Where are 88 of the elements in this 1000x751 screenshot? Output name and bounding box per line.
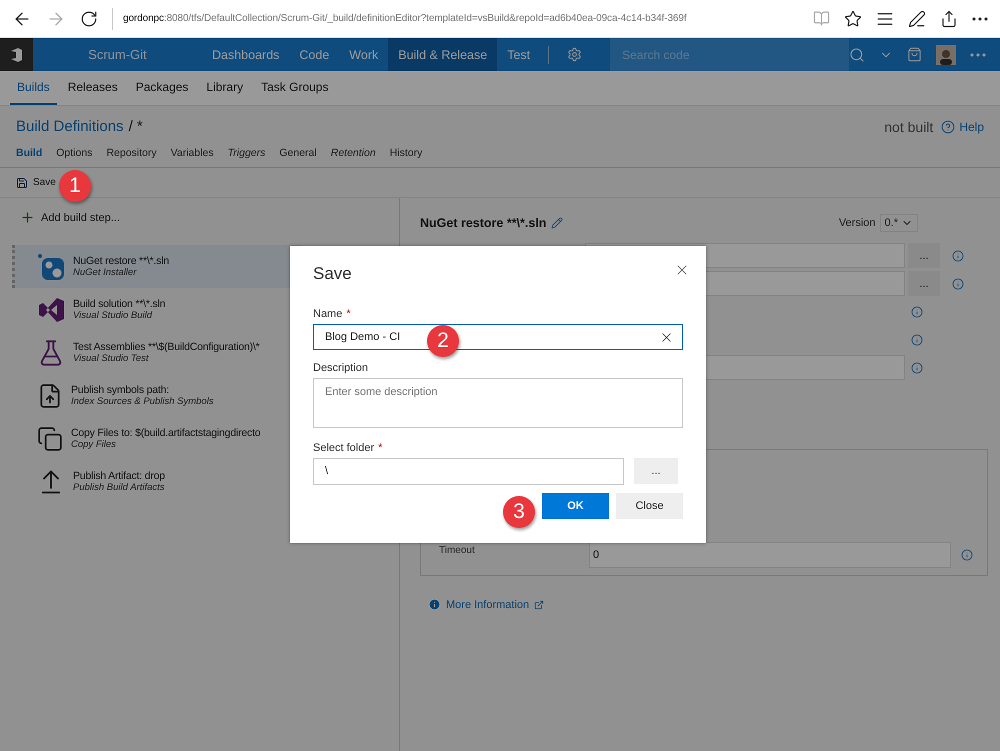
hub-tab[interactable]: Library (199, 71, 250, 105)
editor-tab[interactable]: Triggers (228, 147, 266, 159)
settings-icon (567, 47, 582, 62)
version-dropdown[interactable]: 0.* (880, 214, 918, 232)
build-step[interactable]: Copy Files to: $(build.artifactstagingdirecto Copy Files (12, 417, 302, 460)
copy-icon (37, 426, 63, 452)
timeout-label: Timeout (439, 545, 476, 556)
build-status: not built (884, 118, 934, 134)
logo-icon[interactable] (0, 38, 33, 71)
info-icon (428, 598, 441, 611)
bag-icon (907, 47, 922, 62)
reading-view-icon (813, 10, 830, 27)
visual-studio-icon (37, 296, 65, 324)
step-title: Copy Files to: $(build.artifactstagingdirecto (71, 427, 260, 439)
folder-field[interactable]: \ (313, 458, 624, 485)
search-icon (849, 46, 865, 62)
step-title: Test Assemblies **\$(BuildConfiguration)\* (73, 341, 260, 353)
step-title: Build solution **\*.sln (73, 298, 166, 310)
nav-tab[interactable]: Work (339, 38, 388, 71)
step-type: Copy Files (71, 439, 117, 450)
nav-tab[interactable]: Build & Release (388, 38, 498, 71)
project-name[interactable]: Scrum-Git (32, 47, 202, 62)
editor-tab[interactable]: Retention (330, 147, 376, 159)
more-information-link[interactable]: More Information (428, 598, 988, 611)
nuget-icon (37, 252, 65, 280)
info-icon (952, 278, 964, 290)
info-icon (961, 549, 973, 561)
browse-button[interactable]: ... (908, 271, 940, 296)
hub-tab[interactable]: Releases (60, 71, 125, 105)
editor-tab[interactable]: Variables (170, 147, 214, 159)
required-mark: * (346, 308, 351, 320)
share-icon (940, 10, 958, 28)
folder-label: Select folder (313, 442, 374, 454)
step-type: Publish Build Artifacts (73, 482, 165, 493)
help-link[interactable]: Help (959, 120, 984, 134)
info-icon (952, 250, 964, 262)
breadcrumb-link[interactable]: Build Definitions (16, 118, 124, 135)
info-icon (911, 362, 923, 374)
hub-tab[interactable]: Task Groups (254, 71, 336, 105)
pencil-icon (551, 217, 564, 229)
step-type: Visual Studio Build (73, 310, 154, 321)
close-button[interactable]: Close (616, 493, 683, 519)
description-field[interactable]: Enter some description (313, 378, 683, 428)
help-icon (941, 120, 956, 134)
info-icon (911, 334, 923, 346)
step-type: NuGet Installer (73, 267, 138, 278)
editor-tab[interactable]: General (279, 147, 317, 159)
nav-tab[interactable]: Test (497, 38, 540, 71)
nav-tab[interactable]: Code (289, 38, 340, 71)
dialog-title: Save (313, 264, 353, 284)
timeout-field[interactable]: 0 (589, 542, 951, 568)
step-heading: NuGet restore **\*.sln (420, 216, 546, 230)
build-step[interactable]: Publish Artifact: drop Publish Build Artifacts (12, 460, 302, 503)
description-label: Description (313, 362, 368, 374)
build-step[interactable]: Test Assemblies **\$(BuildConfiguration)\* Visual Studio Test (12, 331, 302, 374)
step-title: Publish Artifact: drop (73, 470, 165, 482)
step-type: Visual Studio Test (73, 353, 150, 364)
browse-button[interactable]: ... (908, 243, 940, 268)
editor-tab[interactable]: Repository (106, 147, 157, 159)
build-step[interactable]: NuGet restore **\*.sln NuGet Installer (12, 245, 302, 288)
save-icon (16, 176, 28, 188)
step-title: NuGet restore **\*.sln (73, 255, 169, 267)
ok-button[interactable]: OK (542, 493, 609, 519)
add-build-step-button[interactable]: Add build step... (12, 210, 399, 225)
build-step[interactable]: Build solution **\*.sln Visual Studio Build (12, 288, 302, 331)
editor-tab[interactable]: Build (16, 147, 42, 159)
editor-tab[interactable]: Options (56, 147, 92, 159)
save-button[interactable]: Save (16, 176, 56, 188)
pen-icon (908, 10, 926, 28)
editor-tab[interactable]: History (390, 147, 422, 159)
more-icon[interactable] (972, 16, 988, 20)
info-icon (911, 306, 923, 318)
external-link-icon (534, 600, 544, 610)
step-type: Index Sources & Publish Symbols (71, 396, 214, 407)
breadcrumb-text: / * (128, 118, 143, 135)
nav-tab[interactable]: Dashboards (202, 38, 290, 71)
step-title: Publish symbols path: (71, 384, 170, 396)
hub-tab[interactable]: Packages (128, 71, 196, 105)
refresh-icon (80, 10, 98, 28)
browse-button[interactable]: ... (634, 458, 678, 484)
plus-icon (20, 210, 35, 225)
favorite-icon (844, 10, 862, 28)
address-bar[interactable]: gordonpc:8080/tfs/DefaultCollection/Scrum-Git/_build/definitionEditor?templateId=vsBuild&repoId=ad6b40ea-09ca-4c14-b34f-369f (112, 8, 799, 30)
name-label: Name (313, 308, 342, 320)
avatar[interactable] (936, 44, 956, 64)
version-label: Version (838, 217, 876, 229)
build-step[interactable]: Publish symbols path: Index Sources & Publish Symbols (12, 374, 302, 417)
required-mark: * (378, 442, 382, 454)
